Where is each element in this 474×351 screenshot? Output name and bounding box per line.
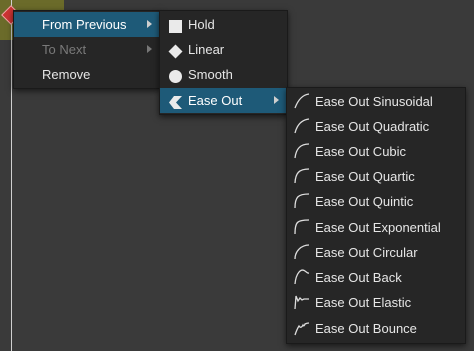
ease-exponential-curve-icon — [293, 218, 311, 236]
menu-item-to-next[interactable]: To Next — [14, 37, 160, 62]
menu-item-label: Ease Out Exponential — [315, 220, 441, 235]
menu-item-linear[interactable]: Linear — [160, 37, 287, 62]
submenu-arrow-icon — [147, 20, 152, 28]
menu-item-from-previous[interactable]: From Previous — [14, 12, 160, 37]
menu-item-label: Ease Out Cubic — [315, 144, 407, 159]
submenu-arrow-icon — [274, 96, 279, 104]
ease-circular-curve-icon — [293, 243, 311, 261]
menu-item-remove[interactable]: Remove — [14, 62, 160, 87]
menu-item-ease-out-circular[interactable]: Ease Out Circular — [287, 240, 465, 265]
submenu-arrow-icon — [147, 45, 152, 53]
menu-item-ease-out-elastic[interactable]: Ease Out Elastic — [287, 290, 465, 315]
menu-item-ease-out-bounce[interactable]: Ease Out Bounce — [287, 316, 465, 341]
ease-bounce-curve-icon — [293, 319, 311, 337]
menu-item-label: Hold — [188, 17, 215, 32]
menu-item-label: Ease Out Back — [315, 270, 402, 285]
square-icon — [168, 17, 183, 33]
keyframe-context-menu: From Previous To Next Remove — [13, 10, 161, 89]
menu-item-ease-out-quartic[interactable]: Ease Out Quartic — [287, 164, 465, 189]
menu-item-ease-out-cubic[interactable]: Ease Out Cubic — [287, 139, 465, 164]
ease-sinusoidal-curve-icon — [293, 92, 311, 110]
ease-out-submenu: Ease Out Sinusoidal Ease Out Quadratic E… — [286, 87, 466, 344]
menu-item-ease-out-sinusoidal[interactable]: Ease Out Sinusoidal — [287, 89, 465, 114]
menu-item-label: To Next — [42, 42, 87, 57]
menu-item-label: Ease Out Quartic — [315, 169, 415, 184]
diamond-icon — [168, 42, 183, 59]
ease-out-icon — [168, 93, 183, 109]
menu-item-label: Remove — [42, 67, 91, 82]
ease-back-curve-icon — [293, 268, 311, 286]
ease-cubic-curve-icon — [293, 142, 311, 160]
menu-item-label: Smooth — [188, 67, 233, 82]
menu-item-label: Ease Out Elastic — [315, 295, 412, 310]
menu-item-label: Ease Out Sinusoidal — [315, 94, 433, 109]
menu-item-smooth[interactable]: Smooth — [160, 62, 287, 87]
menu-item-ease-out-quintic[interactable]: Ease Out Quintic — [287, 189, 465, 214]
menu-item-hold[interactable]: Hold — [160, 12, 287, 37]
ease-quadratic-curve-icon — [293, 117, 311, 135]
menu-item-label: Linear — [188, 42, 225, 57]
menu-item-ease-out-exponential[interactable]: Ease Out Exponential — [287, 215, 465, 240]
menu-item-label: Ease Out Quadratic — [315, 119, 430, 134]
menu-item-label: Ease Out Bounce — [315, 321, 417, 336]
menu-item-label: Ease Out Quintic — [315, 194, 414, 209]
menu-item-label: From Previous — [42, 17, 127, 32]
menu-item-ease-out-back[interactable]: Ease Out Back — [287, 265, 465, 290]
menu-item-label: Ease Out — [188, 93, 243, 108]
circle-icon — [168, 67, 183, 83]
playhead-line[interactable] — [11, 0, 12, 351]
menu-item-label: Ease Out Circular — [315, 245, 418, 260]
menu-item-ease-out-quadratic[interactable]: Ease Out Quadratic — [287, 114, 465, 139]
interpolation-submenu: Hold Linear Smooth Ease Out — [159, 10, 288, 115]
ease-quintic-curve-icon — [293, 192, 311, 210]
ease-quartic-curve-icon — [293, 167, 311, 185]
ease-elastic-curve-icon — [293, 293, 311, 311]
menu-item-ease-out[interactable]: Ease Out — [160, 88, 287, 113]
